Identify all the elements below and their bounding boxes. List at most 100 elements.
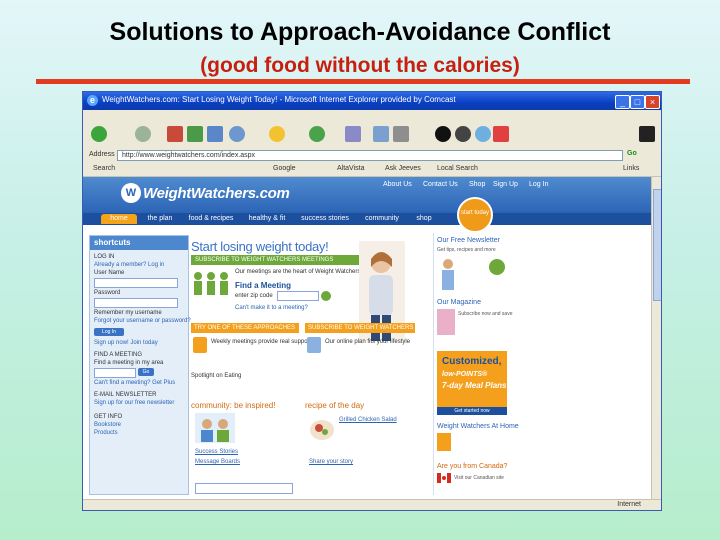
topic-link[interactable]: Products bbox=[94, 430, 118, 436]
links-item[interactable]: Local Search bbox=[437, 165, 478, 172]
ww-logo-icon: W bbox=[121, 183, 141, 203]
topic-link[interactable]: Bookstore bbox=[94, 422, 121, 428]
meal-plan-ad[interactable]: Customized, low-POINTS® 7-day Meal Plans… bbox=[437, 351, 507, 415]
links-item[interactable]: Ask Jeeves bbox=[385, 165, 421, 172]
login-button[interactable]: Log In bbox=[94, 328, 124, 336]
meeting-go-button[interactable]: Go bbox=[138, 368, 154, 376]
history-icon[interactable] bbox=[345, 126, 361, 142]
site-nav: home the plan food & recipes healthy & f… bbox=[83, 213, 651, 225]
title-bar[interactable]: e WeightWatchers.com: Start Losing Weigh… bbox=[83, 92, 661, 110]
window-title: WeightWatchers.com: Start Losing Weight … bbox=[102, 95, 456, 104]
meal-plan-line-2: low-POINTS® bbox=[442, 371, 488, 378]
meetings-bar: SUBSCRIBE TO WEIGHT WATCHERS MEETINGS bbox=[191, 255, 367, 265]
refresh-icon[interactable] bbox=[187, 126, 203, 142]
research-icon[interactable] bbox=[475, 126, 491, 142]
browser-window: e WeightWatchers.com: Start Losing Weigh… bbox=[82, 91, 662, 511]
toolbar bbox=[83, 120, 661, 149]
nav-the-plan[interactable]: the plan bbox=[141, 214, 179, 224]
newsletter-link[interactable]: Sign up for our free newsletter bbox=[94, 400, 174, 406]
nav-shop[interactable]: shop bbox=[409, 214, 439, 224]
comcast-logo-icon bbox=[639, 126, 655, 142]
login-title: LOG IN bbox=[94, 254, 115, 260]
top-link[interactable]: Log In bbox=[529, 181, 548, 188]
start-today-badge[interactable]: start today bbox=[457, 197, 493, 233]
site-logo[interactable]: WeightWatchers.com bbox=[143, 185, 290, 202]
magazine-text: Subscribe now and save bbox=[458, 311, 513, 317]
right-column: Our Free Newsletter Get tips, recipes an… bbox=[433, 233, 519, 495]
nav-healthy-fit[interactable]: healthy & fit bbox=[243, 214, 291, 224]
favorites-icon[interactable] bbox=[269, 126, 285, 142]
home-icon[interactable] bbox=[207, 126, 223, 142]
hero-title: Start losing weight today! bbox=[191, 239, 329, 254]
member-link[interactable]: Already a member? Log in bbox=[94, 262, 164, 268]
top-link[interactable]: About Us bbox=[383, 181, 412, 188]
promo-bar-online: SUBSCRIBE TO WEIGHT WATCHERS ONLINE bbox=[305, 323, 415, 333]
nav-home[interactable]: home bbox=[101, 214, 137, 224]
minimize-button[interactable]: _ bbox=[615, 95, 630, 109]
links-item[interactable]: Google bbox=[273, 165, 296, 172]
top-link[interactable]: Shop bbox=[469, 181, 485, 188]
page-viewport: W WeightWatchers.com About Us Contact Us… bbox=[83, 177, 651, 499]
search-icon[interactable] bbox=[229, 126, 245, 142]
hero-zip-input[interactable] bbox=[277, 291, 319, 301]
stop-icon[interactable] bbox=[167, 126, 183, 142]
nav-success-stories[interactable]: success stories bbox=[295, 214, 355, 224]
forward-icon[interactable] bbox=[135, 126, 151, 142]
community-select[interactable] bbox=[195, 483, 293, 494]
password-input[interactable] bbox=[94, 298, 178, 308]
tools-icon[interactable] bbox=[493, 126, 509, 142]
extension-icon[interactable] bbox=[435, 126, 451, 142]
find-meeting-heading[interactable]: Find a Meeting bbox=[235, 281, 291, 290]
links-bar: Search Google AltaVista Ask Jeeves Local… bbox=[83, 162, 661, 177]
back-icon[interactable] bbox=[91, 126, 107, 142]
shortcuts-heading: shortcuts bbox=[90, 236, 188, 250]
zip-label: Find a meeting in my area bbox=[94, 360, 164, 366]
username-input[interactable] bbox=[94, 278, 178, 288]
scrollbar-thumb[interactable] bbox=[653, 189, 661, 301]
maximize-button[interactable]: □ bbox=[630, 95, 645, 109]
nav-food-recipes[interactable]: food & recipes bbox=[183, 214, 239, 224]
go-button[interactable]: Go bbox=[627, 150, 637, 157]
magazine-heading[interactable]: Our Magazine bbox=[437, 299, 481, 306]
share-story-link[interactable]: Share your story bbox=[309, 459, 353, 465]
community-link[interactable]: Success Stories bbox=[195, 449, 238, 455]
top-link[interactable]: Sign Up bbox=[493, 181, 518, 188]
zip-input[interactable] bbox=[94, 368, 136, 378]
people-icon bbox=[194, 272, 228, 295]
top-link[interactable]: Contact Us bbox=[423, 181, 458, 188]
vertical-scrollbar[interactable] bbox=[651, 177, 661, 499]
slide-subtitle: (good food without the calories) bbox=[200, 54, 520, 77]
messenger-icon[interactable] bbox=[455, 126, 471, 142]
newsletter-signup-icon[interactable] bbox=[489, 259, 505, 275]
community-link[interactable]: Message Boards bbox=[195, 459, 240, 465]
newsletter-heading[interactable]: Our Free Newsletter bbox=[437, 237, 500, 244]
site-header: W WeightWatchers.com About Us Contact Us… bbox=[83, 177, 651, 213]
recipe-link[interactable]: Grilled Chicken Salad bbox=[339, 417, 397, 423]
welcome-text: Spotlight on Eating bbox=[191, 373, 242, 379]
links-item[interactable]: AltaVista bbox=[337, 165, 365, 172]
forgot-link[interactable]: Forgot your username or password? bbox=[94, 318, 191, 324]
meeting-link[interactable]: Can't find a meeting? Get Plus bbox=[94, 380, 175, 386]
links-item[interactable]: Search bbox=[93, 165, 115, 172]
canada-link[interactable]: Visit our Canadian site bbox=[454, 475, 504, 481]
menu-bar bbox=[83, 110, 661, 120]
meal-plan-cta[interactable]: Get started now bbox=[437, 407, 507, 415]
signup-link[interactable]: Sign up now! Join today bbox=[94, 340, 158, 346]
url-input[interactable]: http://www.weightwatchers.com/index.aspx bbox=[117, 150, 623, 161]
print-icon[interactable] bbox=[393, 126, 409, 142]
username-label: User Name bbox=[94, 270, 125, 276]
title-divider bbox=[36, 79, 690, 84]
close-button[interactable]: × bbox=[645, 95, 660, 109]
links-item[interactable]: Links bbox=[623, 165, 639, 172]
mail-icon[interactable] bbox=[373, 126, 389, 142]
find-meeting-title: FIND A MEETING bbox=[94, 352, 143, 358]
hero-go-icon[interactable] bbox=[321, 291, 331, 301]
remember-checkbox-label[interactable]: Remember my username bbox=[94, 310, 162, 316]
nav-community[interactable]: community bbox=[359, 214, 405, 224]
media-icon[interactable] bbox=[309, 126, 325, 142]
online-link[interactable]: Can't make it to a meeting? bbox=[235, 305, 308, 311]
online-promo-icon bbox=[307, 337, 321, 353]
promo-text-meetings: Weekly meetings provide real support bbox=[211, 339, 312, 345]
at-home-heading[interactable]: Weight Watchers At Home bbox=[437, 423, 519, 430]
address-bar: Address http://www.weightwatchers.com/in… bbox=[83, 148, 661, 163]
